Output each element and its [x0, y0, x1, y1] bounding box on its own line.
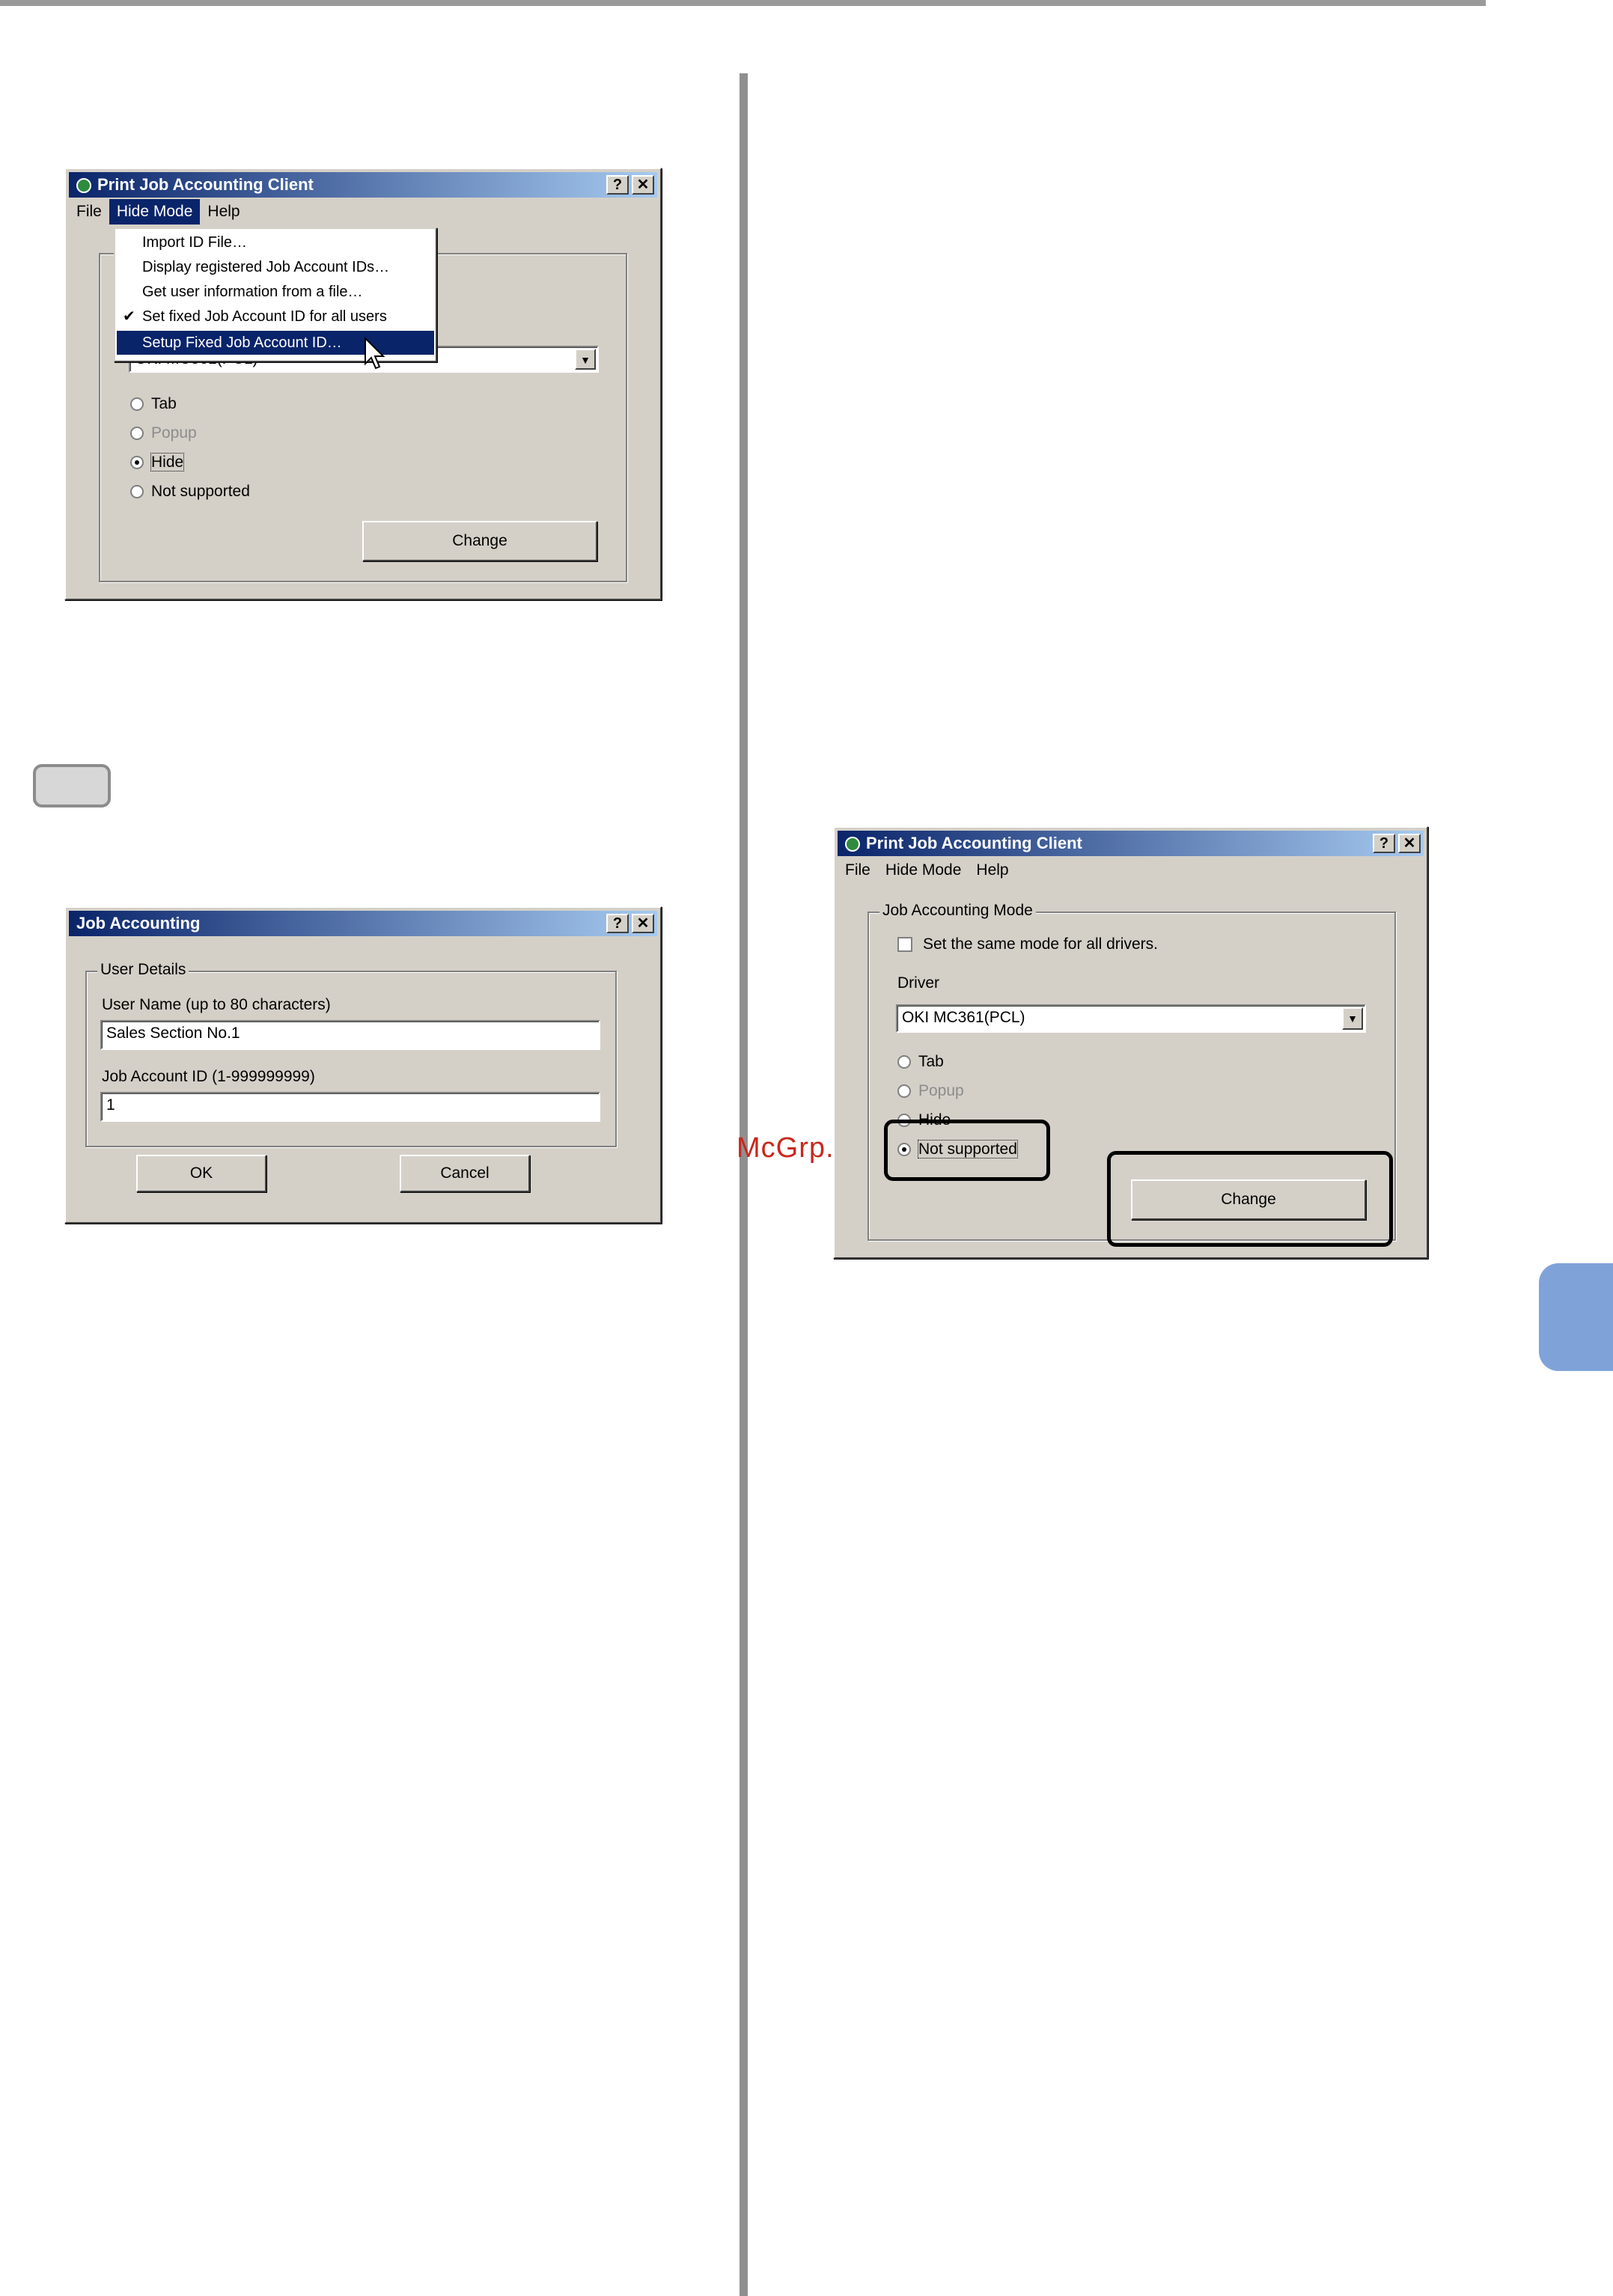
menu-bar: File Hide Mode Help [69, 199, 657, 225]
menu-bar: File Hide Mode Help [838, 858, 1424, 883]
window-title: Print Job Accounting Client [97, 175, 314, 194]
top-rule [0, 0, 1486, 6]
radio-hide-dot[interactable] [130, 456, 144, 470]
column-divider [740, 73, 748, 2296]
chevron-down-icon[interactable]: ▼ [575, 349, 596, 370]
radio-tab[interactable]: Tab [897, 1053, 944, 1071]
change-button-highlight [1107, 1151, 1393, 1247]
radio-popup-dot [130, 427, 144, 441]
print-job-accounting-window-menu: Print Job Accounting Client ? ✕ File Hide… [64, 168, 662, 600]
menu-item-get-user-info[interactable]: Get user information from a file… [117, 280, 434, 304]
close-button[interactable]: ✕ [632, 914, 654, 933]
menu-file[interactable]: File [69, 199, 109, 225]
hide-mode-dropdown: Import ID File… Display registered Job A… [114, 228, 437, 362]
radio-tab[interactable]: Tab [130, 395, 177, 413]
change-button[interactable]: Change [362, 521, 597, 561]
menu-item-set-fixed-id[interactable]: ✔ Set fixed Job Account ID for all users [117, 305, 434, 329]
not-supported-highlight [884, 1120, 1050, 1181]
menu-item-set-fixed-id-label: Set fixed Job Account ID for all users [142, 308, 387, 325]
title-bar: Print Job Accounting Client ? ✕ [69, 172, 657, 198]
menu-file[interactable]: File [838, 858, 878, 883]
menu-help[interactable]: Help [200, 199, 247, 225]
radio-popup-dot [897, 1084, 911, 1099]
help-button[interactable]: ? [1373, 834, 1395, 853]
help-button[interactable]: ? [606, 175, 629, 195]
driver-combo[interactable]: OKI MC361(PCL) ▼ [896, 1004, 1366, 1033]
close-button[interactable]: ✕ [632, 175, 654, 195]
check-icon: ✔ [123, 308, 135, 325]
driver-label: Driver [897, 974, 939, 992]
chevron-down-icon[interactable]: ▼ [1342, 1007, 1363, 1030]
menu-item-display-ids[interactable]: Display registered Job Account IDs… [117, 255, 434, 279]
group-label: User Details [97, 961, 189, 979]
group-label: Job Accounting Mode [879, 902, 1036, 920]
title-bar: Print Job Accounting Client ? ✕ [838, 831, 1424, 856]
radio-not-supported-label: Not supported [151, 483, 250, 500]
same-mode-checkbox[interactable]: Set the same mode for all drivers. [897, 935, 1158, 953]
key-icon [33, 764, 111, 807]
account-id-label: Job Account ID (1-999999999) [102, 1068, 315, 1085]
mouse-cursor-icon [365, 337, 385, 370]
print-job-accounting-window: Print Job Accounting Client ? ✕ File Hide… [833, 826, 1428, 1259]
close-button[interactable]: ✕ [1398, 834, 1421, 853]
radio-popup-label: Popup [151, 424, 197, 442]
radio-tab-label: Tab [151, 395, 177, 412]
window-title: Job Accounting [76, 914, 201, 932]
radio-popup-label: Popup [918, 1082, 964, 1099]
app-icon [845, 837, 860, 852]
user-name-input[interactable]: Sales Section No.1 [100, 1020, 600, 1050]
cancel-button[interactable]: Cancel [400, 1155, 530, 1192]
menu-help[interactable]: Help [969, 858, 1016, 883]
help-button[interactable]: ? [606, 914, 629, 933]
job-accounting-window: Job Accounting ? ✕ User Details User Nam… [64, 906, 662, 1224]
radio-not-supported-dot[interactable] [130, 485, 144, 499]
radio-popup: Popup [897, 1082, 964, 1100]
window-title: Print Job Accounting Client [866, 834, 1082, 852]
radio-tab-dot[interactable] [897, 1055, 911, 1069]
radio-not-supported[interactable]: Not supported [130, 483, 250, 501]
radio-popup: Popup [130, 424, 197, 442]
menu-item-import-id[interactable]: Import ID File… [117, 230, 434, 254]
radio-hide-label: Hide [150, 453, 185, 471]
account-id-input[interactable]: 1 [100, 1092, 600, 1122]
menu-hide-mode[interactable]: Hide Mode [878, 858, 969, 883]
ok-button[interactable]: OK [136, 1155, 266, 1192]
title-bar: Job Accounting ? ✕ [69, 911, 657, 936]
radio-hide[interactable]: Hide [130, 453, 185, 471]
driver-value: OKI MC361(PCL) [902, 1009, 1025, 1026]
menu-hide-mode[interactable]: Hide Mode [109, 199, 201, 225]
radio-tab-dot[interactable] [130, 397, 144, 412]
app-icon [76, 178, 91, 194]
same-mode-label: Set the same mode for all drivers. [923, 935, 1158, 953]
radio-tab-label: Tab [918, 1053, 944, 1070]
user-name-label: User Name (up to 80 characters) [102, 996, 331, 1013]
chapter-tab [1539, 1263, 1613, 1371]
same-mode-checkbox-box[interactable] [897, 937, 912, 953]
